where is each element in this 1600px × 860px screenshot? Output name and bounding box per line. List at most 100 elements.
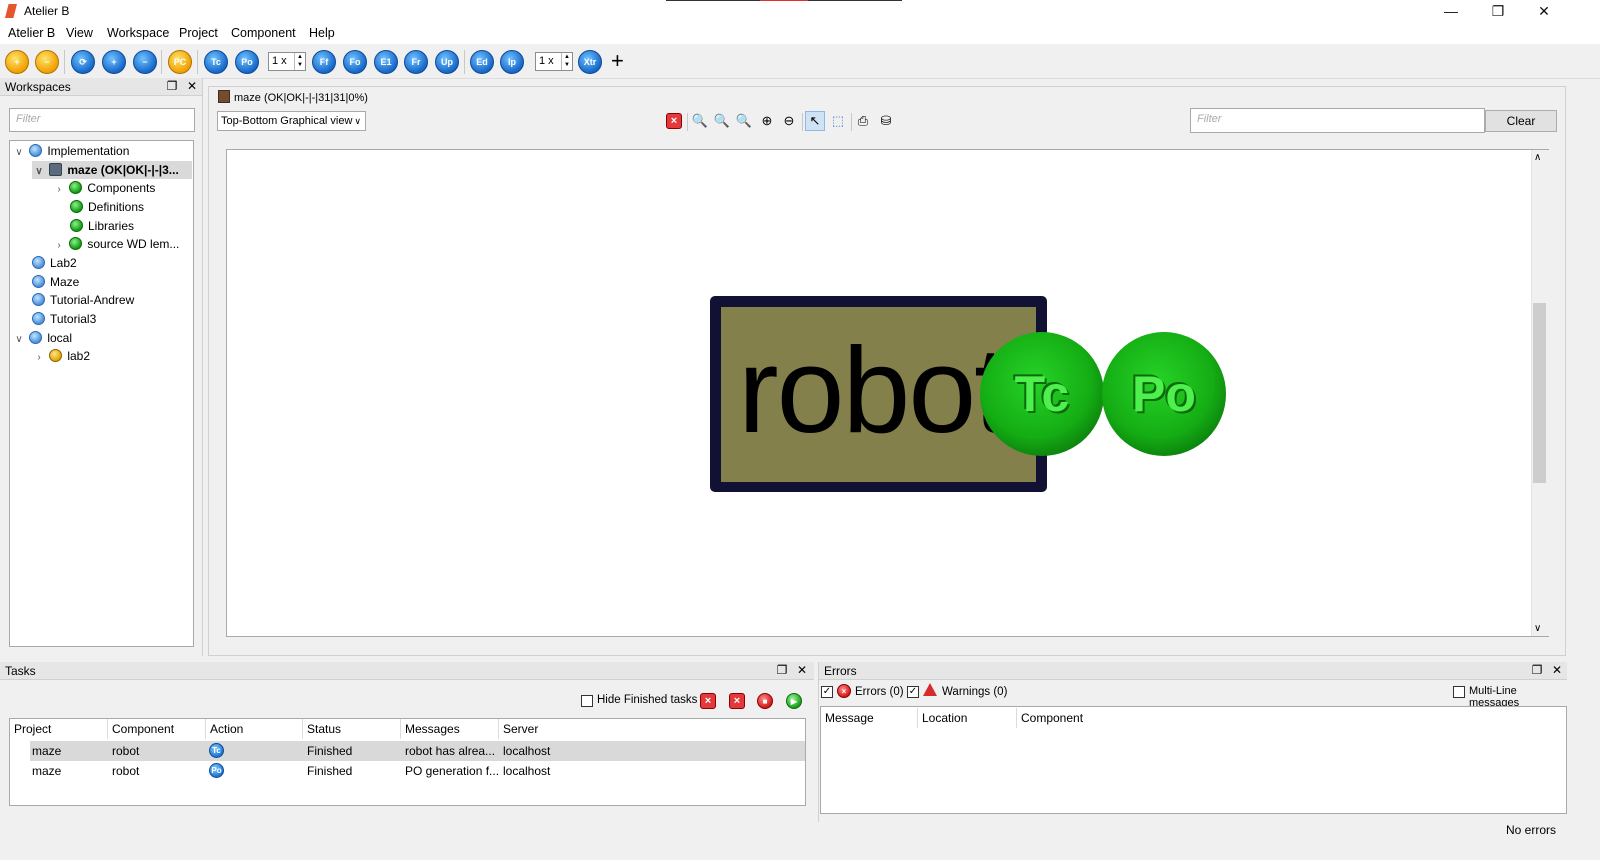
cell-component: robot [112,764,140,778]
prove-fr-button[interactable]: Fr [404,50,428,74]
zoom-in-icon[interactable]: ⊕ [757,111,777,131]
expand-chevron-icon[interactable]: › [32,349,46,367]
cancel-task-icon[interactable]: × [729,693,745,709]
multiline-checkbox[interactable] [1453,686,1465,698]
show-warnings-checkbox[interactable]: ✓ [907,686,919,698]
close-button[interactable]: ✕ [1521,0,1567,22]
col-message[interactable]: Message [825,708,874,728]
delete-view-icon[interactable]: × [664,111,684,131]
col-component[interactable]: Component [1021,708,1083,728]
menu-atelier-b[interactable]: Atelier B [8,26,55,40]
po-generate-button[interactable]: Po [235,50,259,74]
table-row[interactable]: maze robot Tc Finished robot has alrea..… [30,741,805,761]
zoom-selection-icon[interactable]: 🔍 [734,111,754,131]
close-panel-icon[interactable]: ✕ [1550,663,1564,677]
hide-finished-checkbox[interactable] [581,695,593,707]
col-server[interactable]: Server [503,719,538,739]
resume-icon[interactable]: ▶ [786,693,802,709]
float-panel-icon[interactable]: ❐ [775,663,789,677]
print-icon[interactable]: ⎙ [853,111,873,131]
col-project[interactable]: Project [14,719,51,739]
float-panel-icon[interactable]: ❐ [1530,663,1544,677]
workspace-icon [32,312,45,325]
scrollbar-thumb[interactable] [1533,303,1546,483]
remove-component-icon[interactable]: − [133,50,157,74]
remove-project-icon[interactable]: − [35,50,59,74]
tree-item-local[interactable]: ∨ local [12,329,72,347]
more-tools-button[interactable]: + [611,50,624,72]
tree-item-label: Tutorial3 [50,312,97,326]
refresh-icon[interactable]: ⟳ [71,50,95,74]
spinner-arrows-icon[interactable]: ▲ ▼ [561,53,572,70]
stop-all-icon[interactable]: ■ [757,693,773,709]
menu-project[interactable]: Project [179,26,218,40]
restore-button[interactable]: ❐ [1475,0,1521,22]
close-panel-icon[interactable]: ✕ [795,663,809,677]
spinner-arrows-icon[interactable]: ▲ ▼ [294,53,305,70]
tree-item-maze[interactable]: Maze [32,273,79,291]
show-errors-checkbox[interactable]: ✓ [821,686,833,698]
col-component[interactable]: Component [112,719,174,739]
force-level-spinner[interactable]: 1 x ▲ ▼ [268,52,306,71]
typecheck-status-badge[interactable]: Tc [980,332,1104,456]
tree-item-lab2[interactable]: Lab2 [32,254,77,272]
view-mode-select[interactable]: Top-Bottom Graphical view ∨ [217,111,366,131]
expand-chevron-icon[interactable]: › [52,181,66,199]
proof-level-spinner[interactable]: 1 x ▲ ▼ [535,52,573,71]
prove-fo-button[interactable]: Fo [343,50,367,74]
scroll-up-icon[interactable]: ∧ [1534,152,1541,163]
workspace-filter-input[interactable]: Filter [9,108,195,132]
export-image-icon[interactable]: ⛁ [876,111,896,131]
table-row[interactable]: maze robot Po Finished PO generation f..… [30,761,805,781]
prove-e1-button[interactable]: E1 [374,50,398,74]
po-status-badge[interactable]: Po [1102,332,1226,456]
select-pointer-icon[interactable]: ↖ [805,111,825,131]
col-status[interactable]: Status [307,719,341,739]
editor-tab-title[interactable]: maze (OK|OK|-|-|31|31|0%) [234,92,368,104]
col-location[interactable]: Location [922,708,967,728]
update-button[interactable]: Up [435,50,459,74]
tree-item-libraries[interactable]: Libraries [70,217,134,235]
component-node-label: robot [738,322,1008,458]
scroll-down-icon[interactable]: ∨ [1534,623,1541,634]
tree-item-definitions[interactable]: Definitions [70,198,144,216]
minimize-button[interactable]: — [1428,0,1474,22]
tree-item-tutorial3[interactable]: Tutorial3 [32,310,96,328]
graph-filter-input[interactable]: Filter [1190,108,1485,133]
tree-item-components[interactable]: › Components [52,179,155,197]
expand-chevron-icon[interactable]: ∨ [12,144,26,162]
translate-button[interactable]: Xtr [578,50,602,74]
interactive-prover-button[interactable]: Ip [500,50,524,74]
float-panel-icon[interactable]: ❐ [165,79,179,93]
edit-button[interactable]: Ed [470,50,494,74]
close-panel-icon[interactable]: ✕ [185,79,199,93]
cell-server: localhost [503,764,551,778]
workspace-tree: ∨ Implementation ∨ maze (OK|OK|-|-|3... … [9,140,194,647]
zoom-out-icon[interactable]: ⊖ [779,111,799,131]
clear-tasks-icon[interactable]: × [700,693,716,709]
project-check-icon[interactable]: PC [168,50,192,74]
tree-item-implementation[interactable]: ∨ Implementation [12,142,129,160]
tree-item-maze-project[interactable]: ∨ maze (OK|OK|-|-|3... [32,161,192,179]
menu-workspace[interactable]: Workspace [107,26,169,40]
menu-view[interactable]: View [66,26,93,40]
col-action[interactable]: Action [210,719,243,739]
add-project-icon[interactable]: + [5,50,29,74]
tree-item-source[interactable]: › source WD lem... [52,235,179,253]
clear-filter-button[interactable]: Clear [1485,110,1557,132]
zoom-fit-icon[interactable]: 🔍 [690,111,710,131]
zoom-reset-icon[interactable]: 🔍 [712,111,732,131]
menu-help[interactable]: Help [309,26,335,40]
menu-component[interactable]: Component [231,26,296,40]
tree-item-tutorial-andrew[interactable]: Tutorial-Andrew [32,291,134,309]
toolbar-separator [687,113,688,131]
expand-chevron-icon[interactable]: ∨ [12,331,26,349]
rubber-band-select-icon[interactable]: ⬚ [828,111,848,131]
add-component-icon[interactable]: + [102,50,126,74]
expand-chevron-icon[interactable]: › [52,237,66,255]
expand-chevron-icon[interactable]: ∨ [32,163,46,181]
prove-ff-button[interactable]: Ff [312,50,336,74]
tree-item-lab2-project[interactable]: › lab2 [32,347,90,365]
typecheck-button[interactable]: Tc [204,50,228,74]
col-messages[interactable]: Messages [405,719,460,739]
